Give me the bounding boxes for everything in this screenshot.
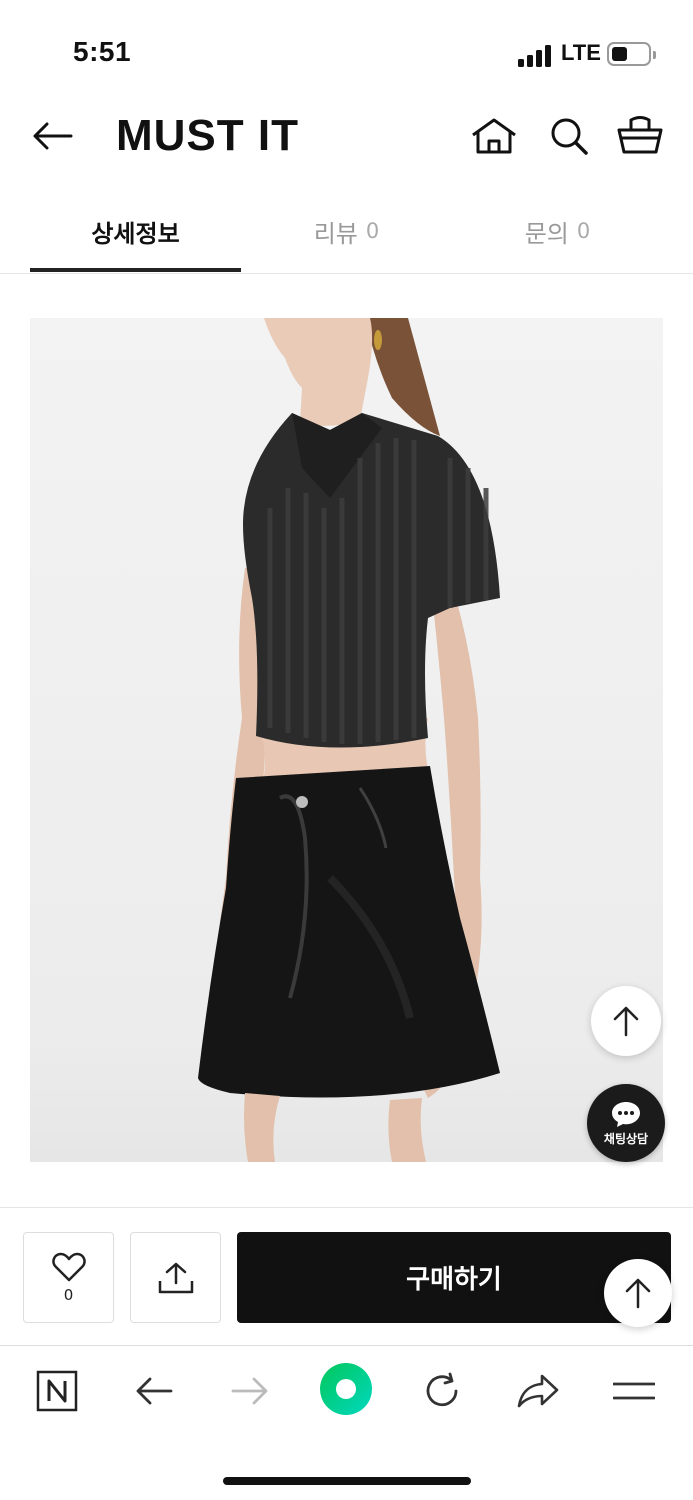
cart-icon[interactable] [614, 112, 666, 158]
home-icon[interactable] [468, 114, 520, 158]
menu-icon[interactable] [604, 1366, 664, 1416]
tab-label: 문의 [524, 219, 569, 248]
naver-n-icon[interactable] [27, 1366, 87, 1416]
share-upload-icon [158, 1262, 193, 1293]
like-button[interactable]: 0 [23, 1232, 114, 1323]
heart-icon [51, 1252, 86, 1281]
home-indicator[interactable] [223, 1477, 471, 1485]
tab-label: 리뷰 [313, 219, 358, 248]
reload-icon[interactable] [412, 1366, 472, 1416]
chat-bubble-icon [612, 1101, 640, 1127]
arrow-up-icon [625, 1278, 651, 1309]
arrow-up-icon [613, 1006, 639, 1037]
tab-count: 0 [576, 219, 591, 243]
search-icon[interactable] [545, 114, 593, 158]
detail-tabs: 상세정보 리뷰 0 문의 0 [0, 190, 693, 274]
network-label: LTE [561, 40, 601, 65]
browser-toolbar [0, 1345, 693, 1500]
product-image[interactable] [30, 318, 663, 1162]
green-circle-home-icon[interactable] [316, 1363, 376, 1415]
scroll-top-button-secondary[interactable] [604, 1259, 672, 1327]
scroll-top-button[interactable] [591, 986, 661, 1056]
status-bar: 5:51 LTE [0, 0, 693, 100]
chat-label: 채팅상담 [603, 1131, 649, 1146]
back-arrow-icon[interactable] [28, 114, 76, 158]
chat-consult-button[interactable]: 채팅상담 [587, 1084, 665, 1162]
app-logo[interactable]: MUST IT [116, 110, 299, 162]
tab-detail-info[interactable]: 상세정보 [30, 190, 241, 272]
app-header: MUST IT [0, 100, 693, 180]
like-count: 0 [63, 1285, 74, 1304]
share-arrow-icon[interactable] [508, 1366, 568, 1416]
tab-inquiries[interactable]: 문의 0 [452, 190, 663, 272]
back-arrow-icon[interactable] [124, 1366, 184, 1416]
tab-count: 0 [365, 219, 380, 243]
share-button[interactable] [130, 1232, 221, 1323]
tab-label: 상세정보 [91, 219, 180, 248]
tab-reviews[interactable]: 리뷰 0 [241, 190, 452, 272]
product-photo-illustration [198, 318, 500, 1162]
signal-icon [518, 43, 554, 67]
status-time: 5:51 [73, 36, 132, 67]
active-tab-indicator [30, 268, 241, 272]
buy-button[interactable]: 구매하기 [237, 1232, 671, 1323]
purchase-action-bar: 0 구매하기 [0, 1207, 693, 1345]
battery-icon [607, 42, 656, 66]
forward-arrow-icon[interactable] [220, 1366, 280, 1416]
